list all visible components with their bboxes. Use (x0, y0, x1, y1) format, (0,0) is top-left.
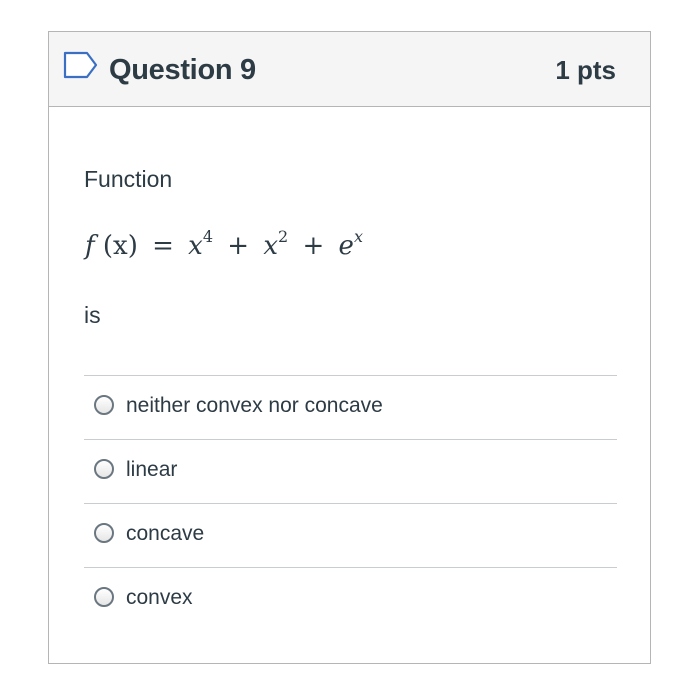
answer-label[interactable]: neither convex nor concave (126, 392, 383, 420)
formula-equals: = (152, 231, 174, 261)
question-points: 1 pts (555, 55, 616, 85)
question-suffix: is (84, 302, 101, 328)
formula-function-name: f (85, 231, 95, 261)
bookmark-flag-icon[interactable] (63, 51, 99, 79)
formula-term2-exponent: 2 (278, 227, 289, 246)
radio-button-icon[interactable] (94, 459, 114, 479)
formula: f (x) = x4 + x2 + ex (85, 226, 363, 266)
formula-term3-exponent: x (353, 227, 363, 246)
answer-label[interactable]: concave (126, 520, 204, 548)
formula-term1-base: x (188, 231, 203, 261)
answer-option[interactable]: linear (84, 439, 617, 503)
formula-term3-base: e (338, 231, 354, 261)
formula-term2-base: x (263, 231, 279, 261)
answer-list: neither convex nor concave linear concav… (84, 375, 617, 631)
radio-button-icon[interactable] (94, 587, 114, 607)
question-title: Question 9 (109, 54, 256, 86)
question-text: Function (84, 166, 173, 192)
question-card: Question 9 1 pts Function f (x) = x4 + x… (48, 31, 651, 664)
radio-button-icon[interactable] (94, 523, 114, 543)
formula-plus-1: + (227, 231, 250, 261)
formula-argument: (x) (102, 231, 138, 261)
answer-option[interactable]: concave (84, 503, 617, 567)
answer-label[interactable]: convex (126, 584, 193, 612)
question-header: Question 9 1 pts (49, 32, 650, 107)
answer-label[interactable]: linear (126, 456, 177, 484)
answer-option[interactable]: convex (84, 567, 617, 631)
answer-option[interactable]: neither convex nor concave (84, 375, 617, 439)
formula-term1-exponent: 4 (202, 227, 214, 246)
formula-plus-2: + (302, 231, 325, 261)
radio-button-icon[interactable] (94, 395, 114, 415)
